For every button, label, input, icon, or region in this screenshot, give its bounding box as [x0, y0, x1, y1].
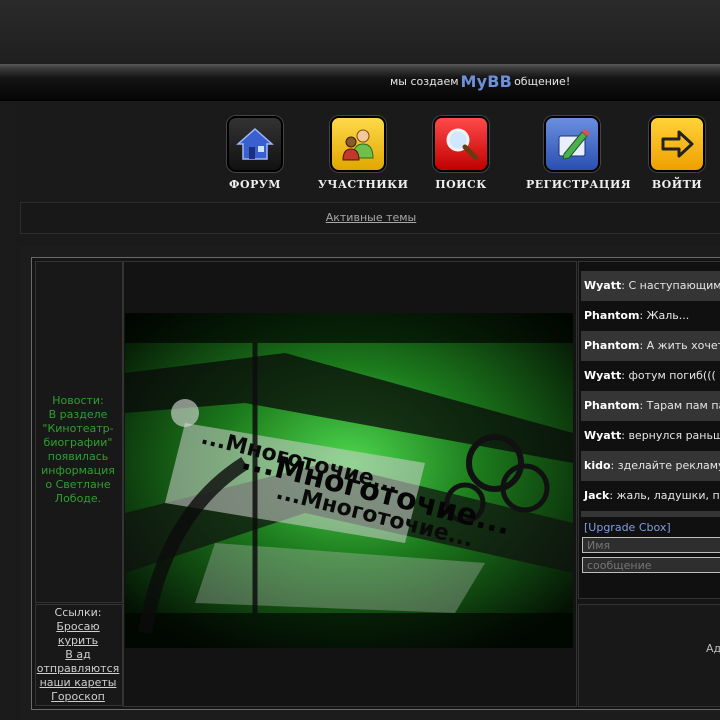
top-band	[0, 0, 720, 64]
nav-search[interactable]: ПОИСК	[430, 116, 492, 191]
main-nav: ФОРУМ УЧАСТНИКИ ПОИСК РЕГИСТРАЦИЯ ВОЙТИ	[0, 116, 720, 191]
links-block: Ссылки: Бросаю курить В ад отправляются …	[35, 606, 121, 704]
chat-message-input[interactable]	[582, 557, 720, 573]
nav-label-login: ВОЙТИ	[651, 178, 703, 191]
pencil-icon	[544, 116, 600, 172]
mybb-slogan[interactable]: мы создаем MyBB общение!	[390, 72, 570, 91]
chat-message: Jack: жаль, ладушки, п	[584, 489, 720, 502]
upgrade-cbox-link[interactable]: [Upgrade Cbox]	[584, 521, 671, 534]
link-quit-smoking[interactable]: Бросаю курить	[35, 620, 121, 648]
search-icon	[433, 116, 489, 172]
nav-label-members: УЧАСТНИКИ	[318, 178, 409, 191]
ad-panel	[578, 604, 720, 707]
active-topics-bar: Активные темы	[20, 202, 720, 234]
nav-register[interactable]: РЕГИСТРАЦИЯ	[526, 116, 632, 191]
chat-message: Phantom: Жаль...	[584, 309, 690, 322]
chat-message: Wyatt: фотум погиб(((	[584, 369, 716, 382]
chat-message: Wyatt: С наступающим	[581, 271, 720, 301]
news-title: Новости:	[52, 394, 104, 407]
nav-label-forum: ФОРУМ	[229, 178, 281, 191]
nav-label-register: РЕГИСТРАЦИЯ	[526, 178, 632, 191]
news-text: В разделе "Кинотеатр-биографии" появилас…	[41, 408, 115, 505]
chat-message: Phantom: Тарам пам па	[581, 391, 720, 421]
chat-message-partial	[581, 511, 720, 517]
slogan-before: мы создаем	[390, 75, 459, 88]
links-title: Ссылки:	[54, 606, 102, 619]
link-horoscope[interactable]: Гороскоп	[35, 690, 121, 704]
slogan-after: общение!	[514, 75, 571, 88]
nav-forum[interactable]: ФОРУМ	[222, 116, 288, 191]
chat-message: Wyatt: вернулся раньш	[584, 429, 720, 442]
ad-text: Ад	[706, 642, 720, 655]
link-hell-carriages[interactable]: В ад отправляются наши кареты	[35, 648, 121, 690]
news-block: Новости: В разделе "Кинотеатр-биографии"…	[38, 394, 118, 506]
header-banner	[0, 64, 720, 101]
users-icon	[330, 116, 386, 172]
nav-members[interactable]: УЧАСТНИКИ	[318, 116, 409, 191]
active-topics-link[interactable]: Активные темы	[21, 211, 720, 224]
mybb-logo[interactable]: MyBB	[461, 72, 513, 91]
nav-login[interactable]: ВОЙТИ	[646, 116, 708, 191]
chat-name-input[interactable]	[582, 537, 720, 553]
banner-image: ...Многоточие... ...Многоточие... ...Мно…	[125, 313, 573, 648]
chat-message: kido: зделайте рекламу	[581, 451, 720, 481]
chat-message: Phantom: А жить хочет	[581, 331, 720, 361]
home-icon	[227, 116, 283, 172]
login-arrow-icon	[649, 116, 705, 172]
nav-label-search: ПОИСК	[435, 178, 487, 191]
